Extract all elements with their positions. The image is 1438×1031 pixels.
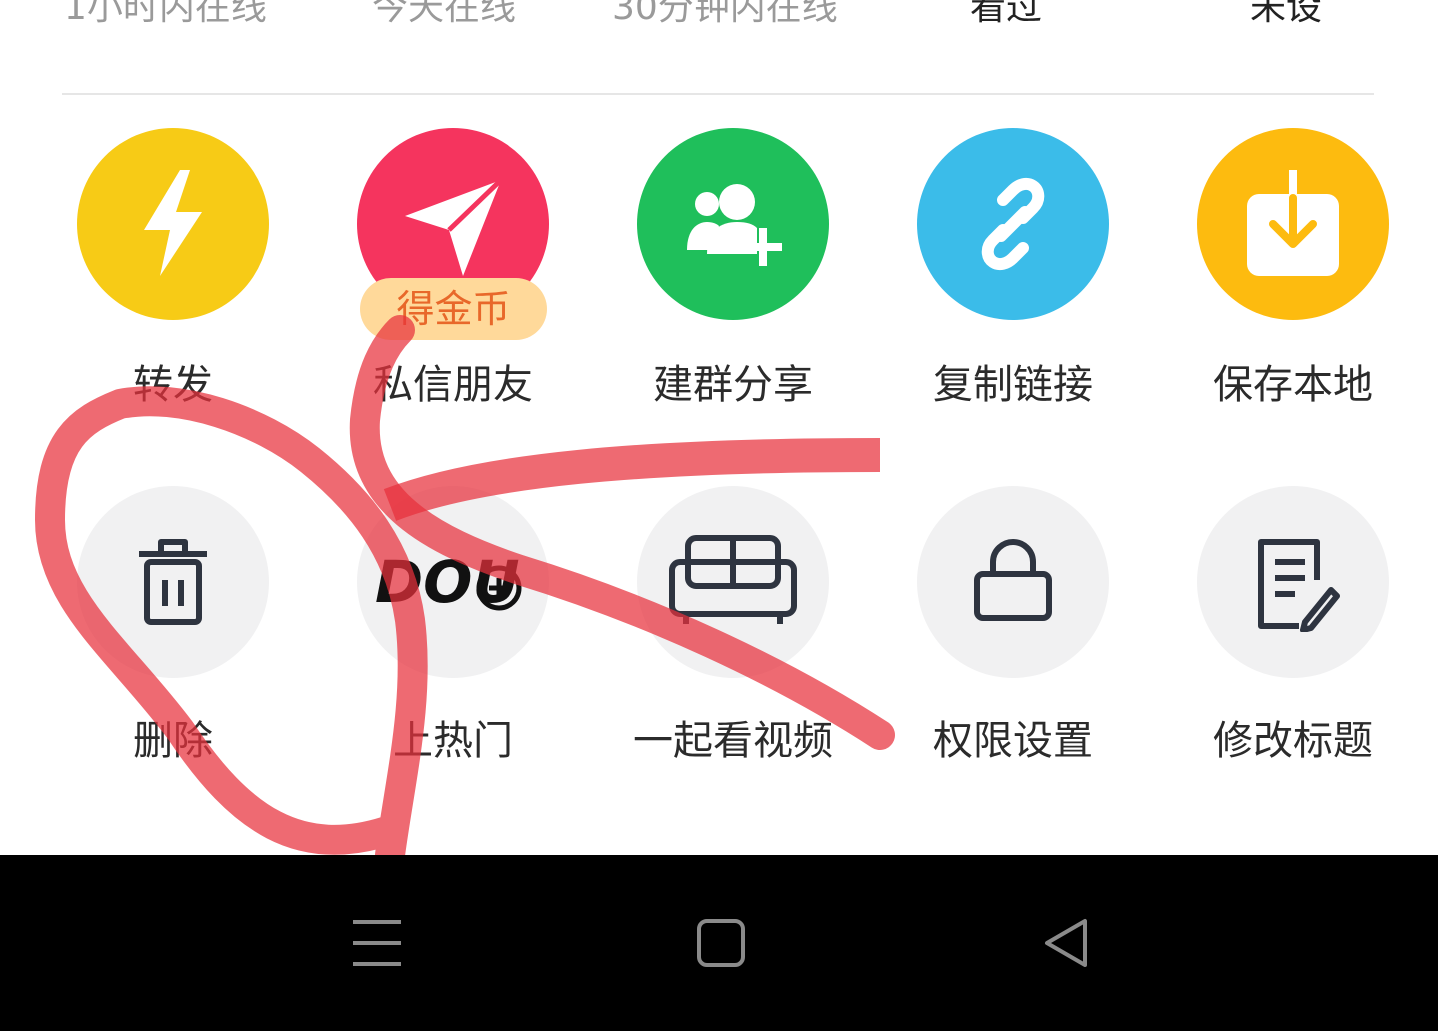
menu-icon [353, 920, 401, 966]
share-forward-label: 转发 [133, 362, 213, 408]
permission-settings-label: 权限设置 [933, 718, 1093, 764]
nav-home-button[interactable] [685, 913, 757, 973]
edit-note-icon [1258, 539, 1340, 632]
delete-label: 删除 [133, 718, 213, 764]
watch-together-label: 一起看视频 [633, 718, 833, 764]
trash-icon [139, 539, 207, 625]
edit-title-label: 修改标题 [1213, 718, 1373, 764]
promote-hot-button[interactable]: DOU 上热门 [313, 0, 593, 764]
nav-back-button[interactable] [1030, 913, 1102, 973]
nav-menu-button[interactable] [341, 913, 413, 973]
promote-hot-icon-circle: DOU [357, 486, 549, 678]
share-save-local-label: 保存本地 [1213, 362, 1373, 408]
share-create-group-label: 建群分享 [653, 362, 813, 408]
watch-together-icon-circle [637, 486, 829, 678]
delete-button[interactable]: 删除 [33, 0, 313, 764]
dou-plus-icon: DOU [375, 548, 522, 616]
lock-icon [974, 538, 1052, 621]
promote-hot-label: 上热门 [393, 718, 513, 764]
delete-icon-circle [77, 486, 269, 678]
home-square-icon [697, 919, 745, 967]
edit-title-button[interactable]: 修改标题 [1153, 0, 1433, 764]
share-private-message-label: 私信朋友 [373, 362, 533, 408]
edit-title-icon-circle [1197, 486, 1389, 678]
back-triangle-icon [1045, 919, 1087, 967]
system-navigation-bar [0, 855, 1438, 1031]
watch-together-button[interactable]: 一起看视频 [593, 0, 873, 764]
permission-icon-circle [917, 486, 1109, 678]
share-copy-link-label: 复制链接 [933, 362, 1093, 408]
sofa-icon [669, 535, 797, 624]
permission-settings-button[interactable]: 权限设置 [873, 0, 1153, 764]
